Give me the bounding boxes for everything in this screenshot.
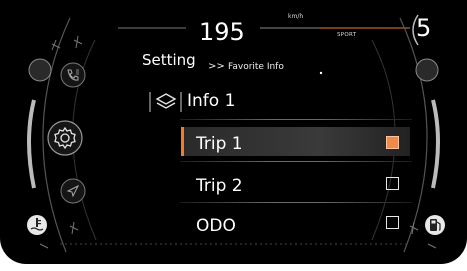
speed-readout: 195: [199, 18, 245, 46]
drive-mode: SPORT: [337, 32, 357, 38]
navigation-icon[interactable]: [60, 178, 86, 204]
trip-2-checkbox[interactable]: [386, 177, 399, 190]
breadcrumb-current: Favorite Info: [228, 62, 284, 72]
instrument-cluster-screen: 195 km/h SPORT 5 Setting >> Favorite Inf…: [0, 0, 467, 264]
page-title: Setting: [142, 51, 196, 69]
breadcrumb-separator: >>: [208, 61, 225, 72]
section-label: Info 1: [187, 91, 236, 111]
coolant-temperature-icon: [26, 214, 48, 236]
list-item-label: Trip 2: [196, 176, 243, 196]
gear-number: 5: [416, 14, 432, 42]
divider: [180, 119, 412, 120]
selection-indicator: [181, 127, 184, 156]
trip-1-checkbox[interactable]: [386, 136, 399, 149]
gear-icon[interactable]: [47, 120, 83, 156]
divider: [180, 161, 412, 162]
phone-icon[interactable]: [60, 62, 86, 88]
list-item-label: Trip 1: [196, 134, 243, 154]
speed-unit: km/h: [288, 13, 304, 20]
divider: [180, 202, 412, 203]
list-item-label: ODO: [196, 216, 236, 236]
fuel-pump-icon: [424, 214, 446, 236]
odo-checkbox[interactable]: [386, 216, 399, 229]
layers-icon: [155, 92, 177, 112]
